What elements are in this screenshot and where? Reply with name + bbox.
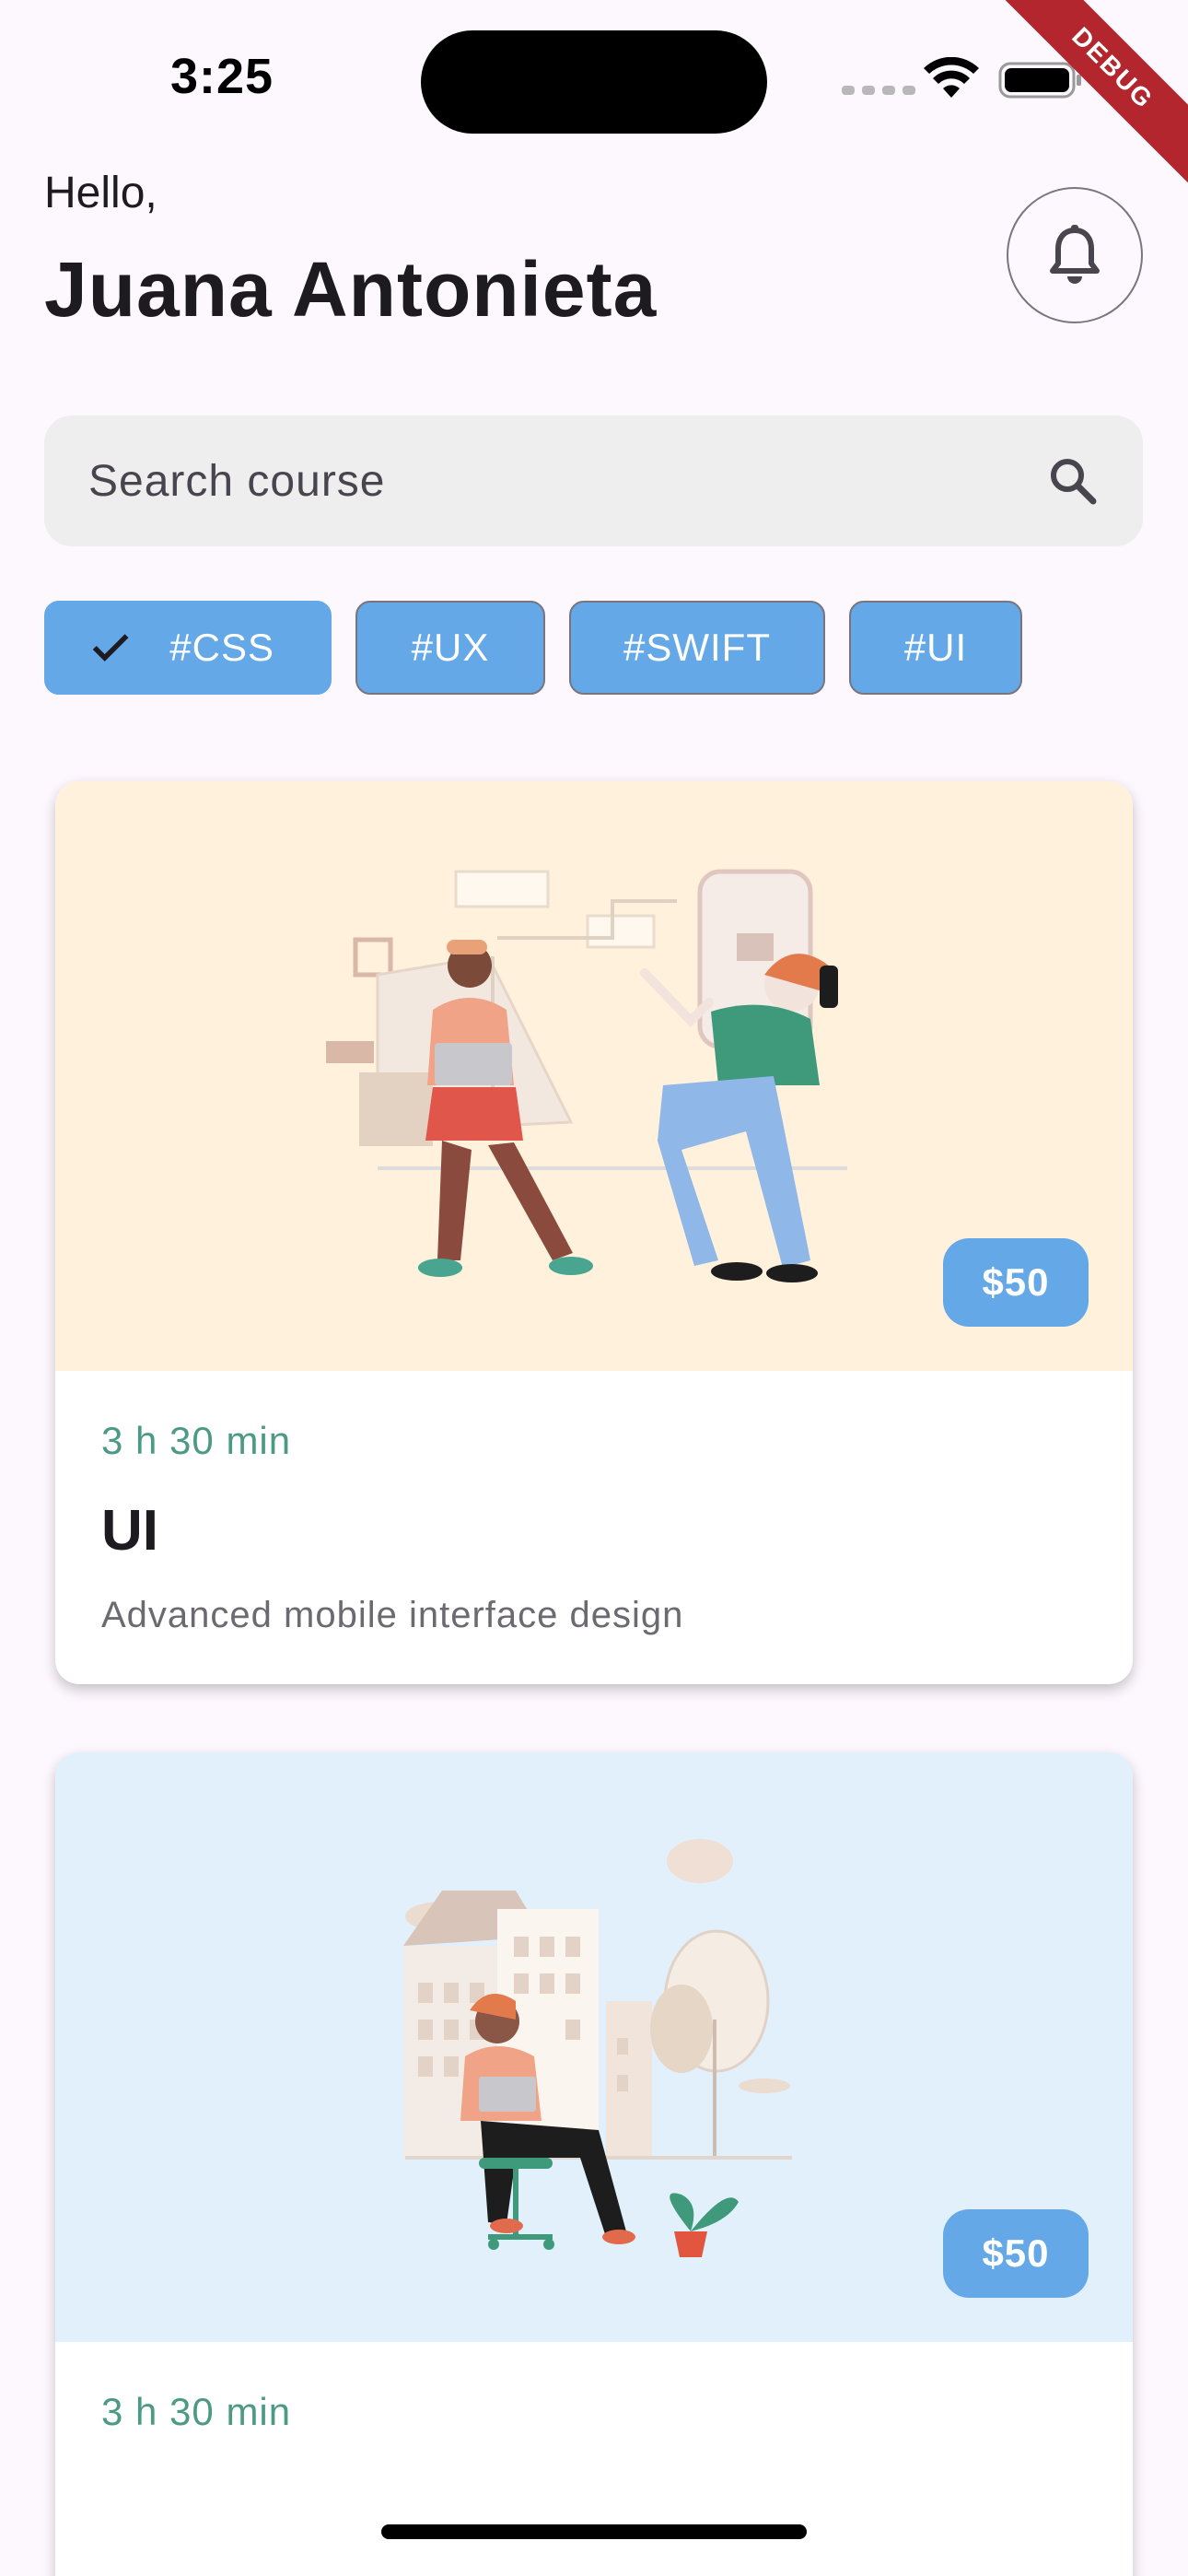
app-screen: 3:25 DEBUG Hello, Juana Antonieta Search… [0, 0, 1188, 2576]
chip-label: #UI [903, 626, 968, 669]
battery-icon [998, 62, 1081, 99]
search-input[interactable]: Search course [44, 416, 1143, 546]
bell-icon [1050, 225, 1100, 284]
cellular-signal-icon [842, 86, 915, 95]
filter-chips: #CSS #UX #SWIFT #UI [44, 601, 1022, 695]
status-time: 3:25 [170, 49, 274, 104]
chip-ui[interactable]: #UI [849, 601, 1022, 695]
chip-css[interactable]: #CSS [44, 601, 332, 695]
chip-ux[interactable]: #UX [355, 601, 545, 695]
user-name: Juana Antonieta [44, 246, 658, 333]
debug-banner: DEBUG [962, 0, 1188, 218]
course-description: Advanced mobile interface design [101, 1595, 684, 1635]
chip-label: #CSS [169, 626, 274, 669]
check-icon [92, 634, 129, 662]
search-placeholder: Search course [88, 456, 386, 506]
course-image: $50 [55, 1752, 1133, 2342]
search-icon[interactable] [1047, 455, 1099, 507]
course-card[interactable]: $50 3 h 30 min [55, 1752, 1133, 2576]
price-badge: $50 [943, 2209, 1089, 2298]
dynamic-island [421, 30, 767, 134]
chip-label: #UX [411, 626, 490, 669]
chip-label: #SWIFT [623, 626, 771, 669]
greeting-text: Hello, [44, 169, 157, 217]
wifi-icon [924, 57, 979, 98]
course-title: UI [101, 1499, 158, 1563]
home-indicator[interactable] [381, 2524, 807, 2539]
course-image: $50 [55, 781, 1133, 1371]
course-duration: 3 h 30 min [101, 1419, 292, 1462]
course-card[interactable]: $50 3 h 30 min UI Advanced mobile interf… [55, 781, 1133, 1684]
chip-swift[interactable]: #SWIFT [569, 601, 825, 695]
course-duration: 3 h 30 min [101, 2390, 292, 2433]
notifications-button[interactable] [1007, 187, 1143, 323]
price-badge: $50 [943, 1238, 1089, 1327]
